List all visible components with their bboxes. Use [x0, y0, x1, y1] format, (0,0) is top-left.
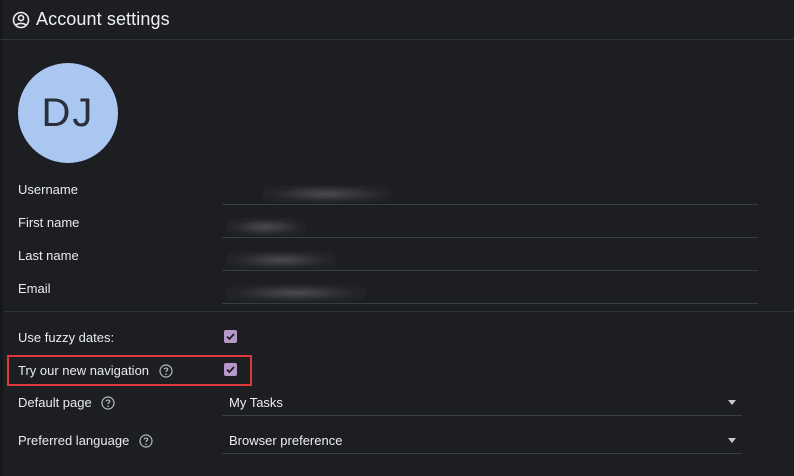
chevron-down-icon: [728, 400, 736, 405]
username-label: Username: [18, 182, 78, 197]
redacted-value: [226, 218, 306, 236]
help-icon[interactable]: [139, 434, 153, 448]
language-select[interactable]: Browser preference: [222, 428, 742, 454]
redacted-value: [226, 251, 336, 269]
section-divider: [3, 311, 794, 312]
account-settings-page: Account settings DJ Username First name …: [0, 0, 794, 476]
new-navigation-text: Try our new navigation: [18, 363, 150, 378]
redacted-value: [226, 284, 366, 302]
redacted-value: [262, 185, 392, 203]
fuzzy-dates-label: Use fuzzy dates:: [18, 330, 115, 345]
first-name-field[interactable]: [222, 214, 758, 238]
avatar-initials: DJ: [41, 90, 95, 135]
default-page-select[interactable]: My Tasks: [222, 390, 742, 416]
account-circle-icon: [12, 11, 30, 29]
header: Account settings: [0, 0, 794, 40]
left-edge: [0, 0, 3, 476]
last-name-field[interactable]: [222, 247, 758, 271]
language-label: Preferred language: [18, 433, 153, 448]
fuzzy-dates-checkbox[interactable]: [224, 330, 237, 343]
page-title: Account settings: [36, 9, 170, 29]
default-page-value: My Tasks: [229, 395, 283, 410]
email-field[interactable]: [222, 280, 758, 304]
help-icon[interactable]: [159, 364, 173, 378]
checkmark-icon: [226, 333, 235, 341]
chevron-down-icon: [728, 438, 736, 443]
avatar[interactable]: DJ: [18, 63, 118, 163]
email-label: Email: [18, 281, 51, 296]
default-page-label: Default page: [18, 395, 115, 410]
username-field[interactable]: [222, 181, 758, 205]
help-icon[interactable]: [101, 396, 115, 410]
new-navigation-checkbox[interactable]: [224, 363, 237, 376]
new-navigation-label: Try our new navigation: [18, 363, 173, 378]
first-name-label: First name: [18, 215, 80, 230]
last-name-label: Last name: [18, 248, 79, 263]
default-page-text: Default page: [18, 395, 92, 410]
language-text: Preferred language: [18, 433, 130, 448]
checkmark-icon: [226, 366, 235, 374]
language-value: Browser preference: [229, 433, 343, 448]
